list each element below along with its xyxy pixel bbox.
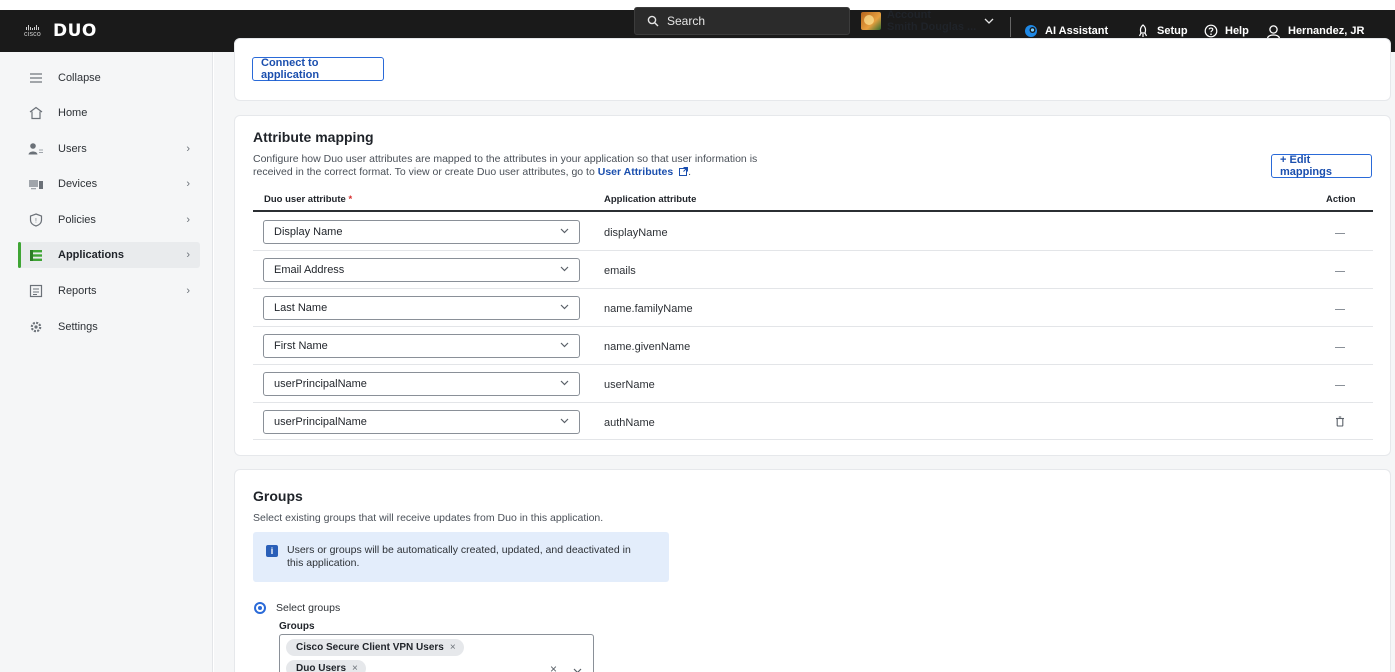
table-row-divider [253,402,1373,403]
search-input[interactable]: Search [634,7,850,35]
connect-to-application-button[interactable]: Connect to application [252,57,384,81]
app-attribute-cell: authName [604,417,655,429]
no-action-dash [1335,233,1345,234]
attribute-mapping-description: Configure how Duo user attributes are ma… [253,153,758,180]
group-chip[interactable]: Cisco Secure Client VPN Users × [286,639,464,656]
chevron-right-icon: › [186,214,190,226]
app-attribute-cell: emails [604,265,636,277]
clear-icon[interactable]: × [550,662,557,672]
sidebar-item-applications[interactable]: Applications › [18,242,200,268]
chevron-down-icon [560,378,569,389]
info-banner-text: Users or groups will be automatically cr… [287,544,631,569]
remove-chip-icon[interactable]: × [352,663,358,672]
duo-attribute-select[interactable]: Last Name [263,296,580,320]
sidebar-item-settings[interactable]: Settings [18,314,200,340]
chevron-down-icon [560,416,569,427]
duo-attribute-select[interactable]: Email Address [263,258,580,282]
table-row-divider [253,364,1373,365]
groups-title: Groups [253,488,303,504]
duo-attribute-select[interactable]: Display Name [263,220,580,244]
search-label: Search [667,14,706,28]
table-header-divider [253,210,1373,212]
app-attribute-cell: name.familyName [604,303,693,315]
chevron-right-icon: › [186,285,190,297]
chevron-down-icon [560,302,569,313]
attribute-mapping-title: Attribute mapping [253,129,374,145]
help-icon [1204,24,1218,38]
user-icon [1266,24,1281,38]
header-divider [1010,17,1011,37]
table-row-divider [253,250,1373,251]
group-chip[interactable]: Duo Users × [286,660,366,672]
duo-logo: DUO [52,21,97,41]
no-action-dash [1335,271,1345,272]
sidebar-item-reports[interactable]: Reports › [18,278,200,304]
user-attributes-link[interactable]: User Attributes [598,166,673,178]
chevron-down-icon [560,226,569,237]
sidebar-item-collapse[interactable]: Collapse [18,65,200,91]
chevron-down-icon [560,264,569,275]
chevron-right-icon: › [186,143,190,155]
external-link-icon[interactable] [679,167,689,180]
chevron-down-icon[interactable] [573,665,582,672]
sidebar-item-policies[interactable]: ! Policies › [18,207,200,233]
chevron-down-icon [560,340,569,351]
table-row-divider [253,439,1373,440]
duo-attribute-select[interactable]: First Name [263,334,580,358]
chevron-right-icon: › [186,178,190,190]
reports-icon [28,283,44,299]
cisco-logo: cisco [24,24,41,38]
app-attribute-cell: name.givenName [604,341,691,353]
home-icon [28,105,44,121]
sidebar-item-devices[interactable]: Devices › [18,171,200,197]
no-action-dash [1335,347,1345,348]
shield-icon: ! [28,212,44,228]
users-icon [28,141,44,157]
column-header-app-attribute: Application attribute [604,194,697,205]
column-header-duo-attribute: Duo user attribute * [264,194,353,205]
no-action-dash [1335,309,1345,310]
trash-icon[interactable] [1335,416,1345,430]
chevron-down-icon [984,15,994,27]
collapse-icon [28,70,44,86]
account-label: Account [887,9,931,21]
table-row-divider [253,326,1373,327]
account-switcher[interactable]: Account Smith Douglas ... [861,7,994,35]
svg-text:!: ! [35,218,37,225]
ai-assistant-icon [1025,25,1037,37]
info-icon: i [266,545,278,557]
edit-mappings-button[interactable]: + Edit mappings [1271,154,1372,178]
groups-field-label: Groups [279,621,315,632]
applications-icon [28,247,44,263]
brand[interactable]: cisco DUO [0,21,200,41]
select-groups-radio[interactable] [254,602,266,614]
chevron-right-icon: › [186,249,190,261]
remove-chip-icon[interactable]: × [450,642,456,653]
required-marker: * [348,194,353,205]
search-icon [647,15,659,27]
select-groups-label: Select groups [276,602,341,614]
column-header-action: Action [1326,194,1356,205]
account-logo-icon [861,12,881,30]
table-row-divider [253,288,1373,289]
account-name: Smith Douglas ... [887,21,977,33]
active-indicator [18,242,21,268]
duo-attribute-select[interactable]: userPrincipalName [263,372,580,396]
groups-description: Select existing groups that will receive… [253,512,604,524]
rocket-icon [1138,24,1148,37]
duo-attribute-select[interactable]: userPrincipalName [263,410,580,434]
sidebar-item-home[interactable]: Home [18,100,200,126]
sidebar-item-users[interactable]: Users › [18,136,200,162]
no-action-dash [1335,385,1345,386]
devices-icon [28,176,44,192]
gear-icon [28,319,44,335]
app-attribute-cell: userName [604,379,655,391]
app-attribute-cell: displayName [604,227,668,239]
connect-card [234,38,1391,101]
